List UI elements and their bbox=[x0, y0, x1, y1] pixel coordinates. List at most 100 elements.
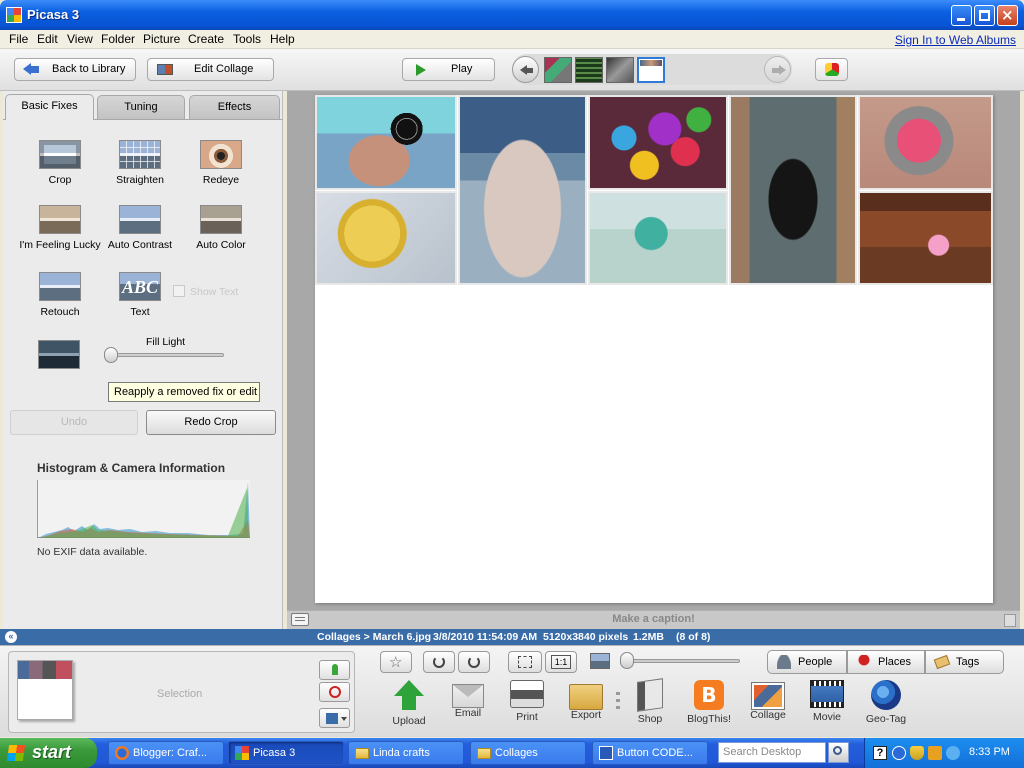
play-icon bbox=[416, 64, 426, 76]
network-icon[interactable] bbox=[946, 746, 960, 760]
window-title: Picasa 3 bbox=[27, 7, 80, 22]
zoom-slider-track[interactable] bbox=[622, 659, 740, 663]
maximize-button[interactable] bbox=[974, 5, 995, 26]
blogthis-button[interactable]: B BlogThis! bbox=[677, 680, 741, 725]
trash-icon[interactable] bbox=[1004, 614, 1016, 627]
fill-light-slider-handle[interactable] bbox=[104, 347, 118, 363]
straighten-label: Straighten bbox=[116, 174, 164, 186]
print-button[interactable]: Print bbox=[495, 680, 559, 723]
previous-photo-button[interactable] bbox=[512, 56, 539, 83]
tab-tuning[interactable]: Tuning bbox=[97, 95, 185, 119]
start-button[interactable]: start bbox=[0, 738, 97, 768]
filmstrip-thumbnail[interactable] bbox=[544, 57, 572, 83]
next-photo-button[interactable] bbox=[764, 56, 791, 83]
selection-label: Selection bbox=[157, 688, 203, 700]
fill-light-slider-track[interactable] bbox=[110, 353, 224, 357]
menu-edit[interactable]: Edit bbox=[37, 32, 58, 46]
share-button[interactable] bbox=[815, 58, 848, 81]
email-label: Email bbox=[454, 707, 482, 719]
people-button[interactable]: People bbox=[767, 650, 847, 674]
filmstrip-thumbnail[interactable] bbox=[606, 57, 634, 83]
minimize-button[interactable] bbox=[951, 5, 972, 26]
taskbar-item-blogger[interactable]: Blogger: Craf... bbox=[108, 741, 224, 765]
zoom-fit-button[interactable] bbox=[508, 651, 542, 673]
geotag-button[interactable]: Geo-Tag bbox=[854, 680, 918, 725]
auto-contrast-tool[interactable]: Auto Contrast bbox=[98, 205, 182, 251]
email-icon bbox=[452, 684, 484, 708]
taskbar-item-collages[interactable]: Collages bbox=[470, 741, 586, 765]
straighten-thumbnail bbox=[119, 140, 161, 169]
help-icon[interactable]: ? bbox=[873, 746, 887, 760]
shop-button[interactable]: Shop bbox=[618, 678, 682, 725]
selection-thumbnail[interactable] bbox=[17, 660, 73, 720]
back-to-library-button[interactable]: Back to Library bbox=[14, 58, 136, 81]
menu-file[interactable]: File bbox=[9, 32, 28, 46]
caption-icon[interactable] bbox=[291, 613, 309, 626]
filmstrip-thumbnail-selected[interactable] bbox=[637, 57, 665, 83]
tab-basic-fixes[interactable]: Basic Fixes bbox=[5, 94, 94, 120]
crop-tool[interactable]: Crop bbox=[18, 140, 102, 186]
filmstrip-thumbnail[interactable] bbox=[575, 57, 603, 83]
folder-icon bbox=[477, 748, 491, 759]
security-shield-icon[interactable] bbox=[910, 746, 924, 760]
rotate-right-button[interactable] bbox=[458, 651, 490, 673]
collage-image[interactable] bbox=[315, 95, 993, 603]
collage-button[interactable]: Collage bbox=[736, 680, 800, 721]
text-tool[interactable]: ABC Text bbox=[98, 272, 182, 318]
pin-icon bbox=[332, 664, 338, 675]
tags-label: Tags bbox=[956, 656, 980, 668]
feeling-lucky-tool[interactable]: I'm Feeling Lucky bbox=[18, 205, 102, 251]
edit-collage-button[interactable]: Edit Collage bbox=[147, 58, 274, 81]
redeye-tool[interactable]: Redeye bbox=[179, 140, 263, 186]
star-button[interactable]: ☆ bbox=[380, 651, 412, 673]
shop-icon bbox=[637, 678, 663, 712]
show-text-checkbox[interactable] bbox=[173, 285, 185, 297]
straighten-tool[interactable]: Straighten bbox=[98, 140, 182, 186]
collage-photo bbox=[858, 95, 993, 190]
collage-photo bbox=[458, 95, 587, 285]
menu-create[interactable]: Create bbox=[188, 32, 224, 46]
search-button[interactable] bbox=[828, 742, 849, 763]
undo-button[interactable]: Undo bbox=[10, 410, 138, 435]
menu-view[interactable]: View bbox=[67, 32, 93, 46]
tags-button[interactable]: Tags bbox=[925, 650, 1004, 674]
taskbar-item-label: Collages bbox=[495, 747, 538, 759]
rotate-left-icon bbox=[433, 656, 445, 668]
alert-icon[interactable] bbox=[928, 746, 942, 760]
rotate-left-button[interactable] bbox=[423, 651, 455, 673]
hold-selection-button[interactable] bbox=[319, 660, 350, 680]
zoom-actual-size-button[interactable]: 1:1 bbox=[545, 651, 577, 673]
taskbar-item-picasa[interactable]: Picasa 3 bbox=[228, 741, 344, 765]
play-slideshow-button[interactable]: Play bbox=[402, 58, 495, 81]
taskbar-item-button-code[interactable]: Button CODE... bbox=[592, 741, 708, 765]
caption-input[interactable]: Make a caption! bbox=[287, 613, 1020, 625]
upload-label: Upload bbox=[392, 715, 426, 727]
menu-folder[interactable]: Folder bbox=[101, 32, 135, 46]
expand-panel-icon[interactable]: « bbox=[5, 631, 17, 643]
zoom-slider-handle[interactable] bbox=[620, 652, 634, 669]
menu-help[interactable]: Help bbox=[270, 32, 295, 46]
menu-picture[interactable]: Picture bbox=[143, 32, 180, 46]
close-button[interactable]: × bbox=[997, 5, 1018, 26]
upload-button[interactable]: Upload bbox=[377, 680, 441, 727]
places-button[interactable]: Places bbox=[847, 650, 925, 674]
desktop-search-input[interactable]: Search Desktop bbox=[718, 742, 826, 763]
title-bar[interactable]: Picasa 3 × bbox=[0, 0, 1024, 30]
zoom-icon[interactable] bbox=[590, 653, 610, 669]
tab-effects[interactable]: Effects bbox=[189, 95, 280, 119]
clear-selection-button[interactable] bbox=[319, 682, 350, 702]
taskbar-item-linda-crafts[interactable]: Linda crafts bbox=[348, 741, 464, 765]
add-to-album-button[interactable] bbox=[319, 708, 350, 728]
menu-tools[interactable]: Tools bbox=[233, 32, 261, 46]
back-icon[interactable] bbox=[892, 746, 906, 760]
sign-in-link[interactable]: Sign In to Web Albums bbox=[895, 33, 1016, 47]
email-button[interactable]: Email bbox=[436, 680, 500, 719]
retouch-tool[interactable]: Retouch bbox=[18, 272, 102, 318]
collage-photo bbox=[315, 95, 457, 190]
auto-color-tool[interactable]: Auto Color bbox=[179, 205, 263, 251]
movie-button[interactable]: Movie bbox=[795, 680, 859, 723]
places-label: Places bbox=[878, 656, 912, 668]
redo-crop-button[interactable]: Redo Crop bbox=[146, 410, 276, 435]
map-pin-icon bbox=[857, 655, 871, 669]
export-button[interactable]: Export bbox=[554, 680, 618, 721]
